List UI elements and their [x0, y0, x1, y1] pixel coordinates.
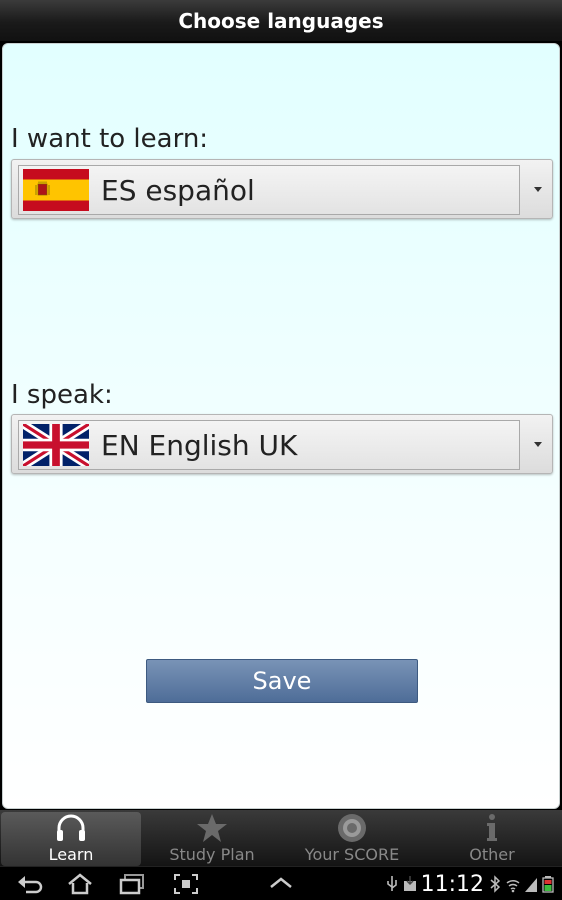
- speak-language-dropdown[interactable]: EN English UK: [11, 414, 553, 474]
- home-icon[interactable]: [66, 873, 94, 895]
- learn-language-dropdown[interactable]: ES español: [11, 159, 553, 219]
- back-icon[interactable]: [16, 873, 44, 895]
- info-icon: [487, 814, 497, 841]
- wifi-icon: [506, 879, 520, 893]
- bottom-tab-bar: Learn Study Plan Your SCORE Other: [0, 810, 562, 866]
- learn-selected-language: ES español: [101, 173, 255, 207]
- learn-label: I want to learn:: [11, 124, 209, 154]
- tab-your-score[interactable]: Your SCORE: [282, 810, 422, 866]
- page-title: Choose languages: [178, 8, 384, 33]
- chevron-down-icon: [534, 442, 542, 447]
- tab-label: Other: [469, 845, 515, 864]
- save-button[interactable]: Save: [146, 659, 418, 703]
- content-panel: I want to learn: ES español I speak: EN …: [2, 43, 560, 809]
- signal-icon: [525, 878, 537, 892]
- title-bar: Choose languages: [0, 0, 562, 42]
- speak-selected-language: EN English UK: [101, 428, 298, 462]
- battery-icon: [542, 876, 554, 893]
- download-icon: [403, 876, 416, 891]
- tab-other[interactable]: Other: [422, 810, 562, 866]
- headphones-icon: [57, 814, 85, 841]
- recent-apps-icon[interactable]: [118, 873, 146, 895]
- bluetooth-icon: [490, 875, 501, 893]
- tab-label: Study Plan: [169, 845, 255, 864]
- tab-label: Your SCORE: [304, 845, 400, 864]
- system-navigation-bar: 11:12: [0, 866, 562, 900]
- star-icon: [197, 814, 227, 842]
- tab-label: Learn: [48, 845, 94, 864]
- chevron-up-icon[interactable]: [267, 873, 295, 895]
- tab-study-plan[interactable]: Study Plan: [142, 810, 282, 866]
- spain-flag-icon: [23, 169, 89, 211]
- usb-icon: [386, 876, 397, 891]
- chevron-down-icon: [534, 187, 542, 192]
- speak-dropdown-field: EN English UK: [18, 420, 520, 470]
- speak-label: I speak:: [11, 380, 113, 410]
- status-clock: 11:12: [420, 871, 484, 897]
- tab-learn[interactable]: Learn: [1, 812, 141, 866]
- target-icon: [338, 814, 366, 842]
- screenshot-icon[interactable]: [172, 873, 200, 895]
- learn-dropdown-field: ES español: [18, 165, 520, 215]
- uk-flag-icon: [23, 424, 89, 466]
- status-area: 11:12: [385, 871, 556, 897]
